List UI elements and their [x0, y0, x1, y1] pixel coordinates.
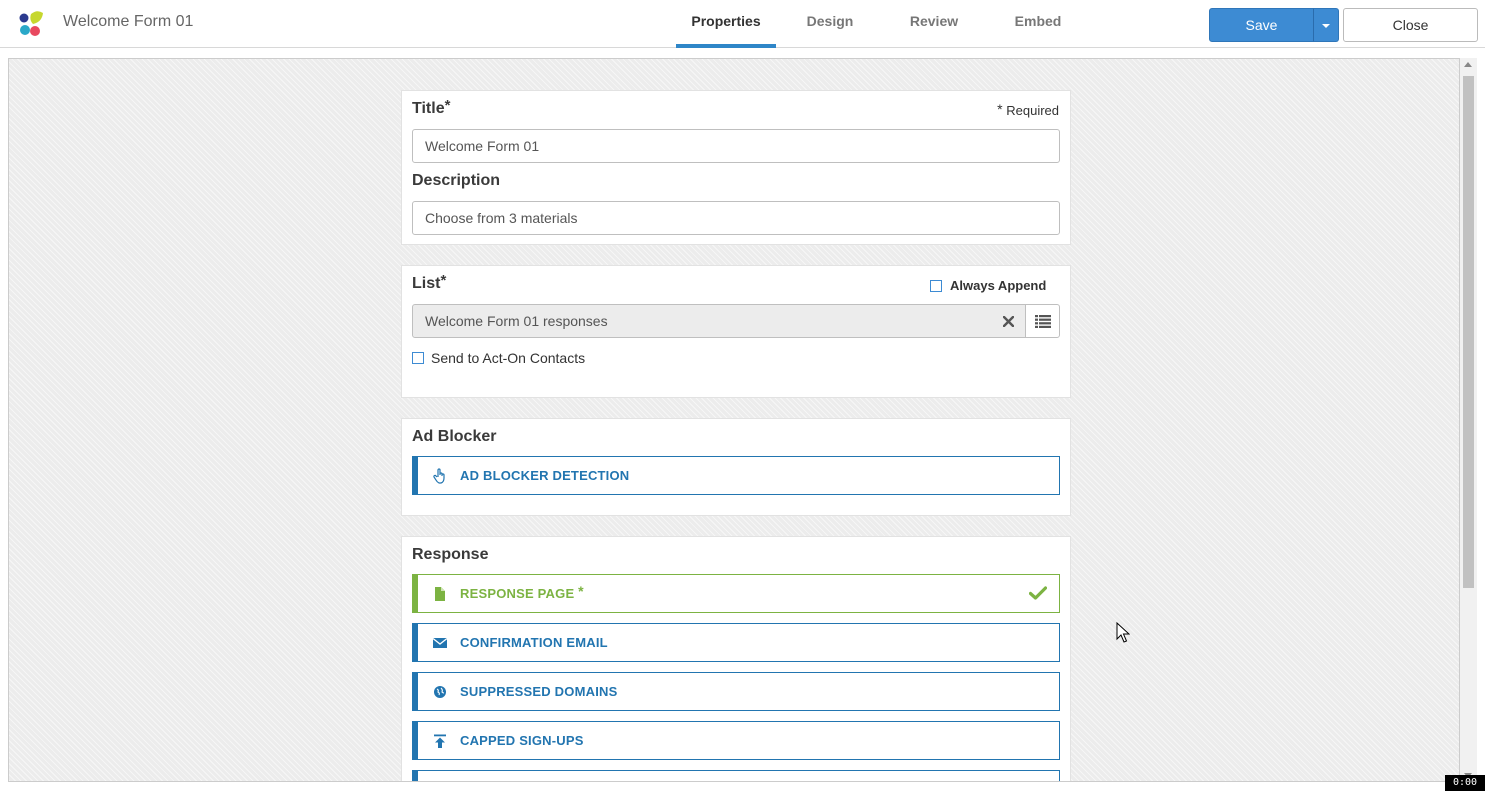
form-title: Welcome Form 01 — [63, 13, 194, 30]
choose-list-button[interactable] — [1025, 304, 1060, 338]
act-on-logo — [19, 11, 43, 36]
tab-bar: Properties Design Review Embed — [676, 0, 1092, 48]
ad-blocker-panel: Ad Blocker AD BLOCKER DETECTION — [401, 418, 1071, 516]
envelope-icon — [432, 637, 448, 648]
title-label: Title* — [412, 97, 451, 117]
globe-icon — [434, 686, 446, 698]
response-page-button[interactable]: RESPONSE PAGE * — [412, 574, 1060, 613]
description-input[interactable]: Choose from 3 materials — [412, 201, 1060, 235]
vertical-scrollbar[interactable] — [1460, 58, 1477, 782]
mouse-cursor-icon — [1116, 622, 1130, 643]
list-panel: List* Always Append Welcome Form 01 resp… — [401, 265, 1071, 398]
always-append-checkbox[interactable] — [930, 280, 942, 292]
ad-blocker-label: Ad Blocker — [412, 428, 497, 445]
required-note: * Required — [997, 101, 1059, 118]
list-label: List* — [412, 272, 447, 292]
scroll-up-arrow-icon[interactable] — [1464, 62, 1472, 67]
app-header: Welcome Form 01 Properties Design Review… — [0, 0, 1485, 48]
list-icon — [1035, 315, 1051, 328]
save-dropdown-toggle[interactable] — [1313, 8, 1339, 42]
properties-canvas: Title* * Required Welcome Form 01 Descri… — [8, 58, 1460, 782]
tab-design[interactable]: Design — [776, 0, 884, 48]
response-page-label: RESPONSE PAGE * — [460, 583, 584, 601]
save-button[interactable]: Save — [1209, 8, 1314, 42]
title-panel: Title* * Required Welcome Form 01 Descri… — [401, 90, 1071, 245]
tab-embed[interactable]: Embed — [984, 0, 1092, 48]
suppressed-domains-button[interactable]: SUPPRESSED DOMAINS — [412, 672, 1060, 711]
upload-arrow-icon — [434, 734, 446, 748]
send-to-contacts-label: Send to Act-On Contacts — [431, 350, 586, 366]
tab-properties[interactable]: Properties — [676, 0, 776, 48]
response-panel: Response RESPONSE PAGE * CONFIRMATION EM… — [401, 536, 1071, 781]
response-label: Response — [412, 546, 489, 563]
description-label: Description — [412, 172, 501, 189]
always-append-label: Always Append — [950, 278, 1047, 293]
check-icon — [1029, 586, 1047, 600]
close-button[interactable]: Close — [1343, 8, 1478, 42]
confirmation-email-label: CONFIRMATION EMAIL — [460, 635, 608, 650]
suppressed-domains-label: SUPPRESSED DOMAINS — [460, 684, 618, 699]
tab-review[interactable]: Review — [884, 0, 984, 48]
confirmation-email-button[interactable]: CONFIRMATION EMAIL — [412, 623, 1060, 662]
title-input[interactable]: Welcome Form 01 — [412, 129, 1060, 163]
ad-blocker-detection-label: AD BLOCKER DETECTION — [460, 468, 630, 483]
next-section-button-partial[interactable] — [412, 770, 1060, 781]
ad-blocker-detection-button[interactable]: AD BLOCKER DETECTION — [412, 456, 1060, 495]
capped-sign-ups-button[interactable]: CAPPED SIGN-UPS — [412, 721, 1060, 760]
capped-sign-ups-label: CAPPED SIGN-UPS — [460, 733, 584, 748]
clear-x-icon[interactable] — [1003, 316, 1014, 327]
hand-pointer-icon — [433, 468, 445, 484]
file-icon — [435, 587, 445, 601]
scroll-thumb[interactable] — [1463, 76, 1474, 588]
send-to-contacts-checkbox[interactable] — [412, 352, 424, 364]
list-input[interactable]: Welcome Form 01 responses — [412, 304, 1026, 338]
recording-timer: 0:00 — [1445, 775, 1485, 791]
